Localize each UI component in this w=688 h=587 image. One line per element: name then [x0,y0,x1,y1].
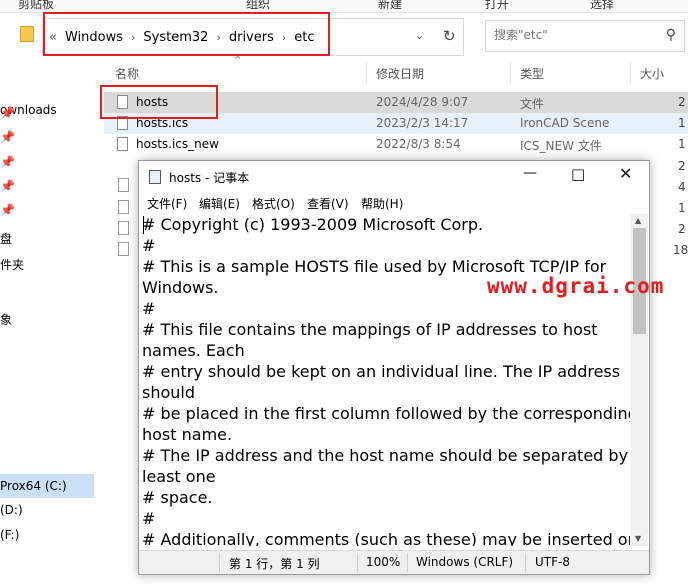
vertical-scrollbar[interactable]: ▲ ▼ [631,214,648,546]
text-line: # entry should be kept on an individual … [142,362,621,381]
pin-icon[interactable]: 📌 [0,130,15,144]
text-line: # Additionally, comments (such as these)… [142,530,630,546]
sort-ascending-icon: ⌃ [233,54,243,67]
file-size: 1 [678,116,686,130]
pin-icon[interactable]: 📌 [0,106,15,120]
menu-view[interactable]: 查看(V) [307,195,349,212]
menu-edit[interactable]: 编辑(E) [199,195,240,212]
file-size: 2 [678,222,686,236]
text-editor-area[interactable]: # Copyright (c) 1993-2009 Microsoft Corp… [142,214,630,546]
nav-drive-f[interactable]: (F:) [0,528,19,542]
column-divider[interactable] [510,62,511,84]
file-size: 4 [678,180,686,194]
minimize-icon[interactable]: — [523,165,537,181]
file-icon [118,221,129,235]
file-date: 2022/8/3 8:54 [376,137,461,151]
ribbon-new-label: 新建 [378,0,403,11]
file-size: 1 [678,201,686,215]
menu-help[interactable]: 帮助(H) [361,195,403,212]
text-line: # space. [142,488,213,507]
text-line: # [142,299,156,318]
text-line: # This file contains the mappings of IP … [142,320,598,339]
menu-file[interactable]: 文件(F) [147,195,187,212]
column-header-modified[interactable]: 修改日期 [376,65,424,82]
address-history-dropdown-icon[interactable]: ⌄ [415,29,424,42]
folder-icon [20,26,34,42]
text-line: least one [142,467,216,486]
scroll-up-icon[interactable]: ▲ [635,216,641,225]
zoom-level: 100% [366,555,401,569]
cursor-position: 第 1 行，第 1 列 [229,557,320,571]
ribbon-open-label: 打开 [485,0,510,11]
file-size: 1 [678,137,686,151]
watermark-text: www.dgrai.com [487,274,665,298]
ribbon-select-label: 选择 [590,0,615,11]
window-title: hosts - 记事本 [169,171,250,185]
close-icon[interactable]: ✕ [619,164,632,183]
pin-icon[interactable]: 📌 [0,203,15,217]
address-highlight-box [43,12,330,56]
status-bar: 第 1 行，第 1 列 100% Windows (CRLF) UTF-8 [139,550,649,574]
nav-item-picture[interactable]: 象 [0,311,12,328]
notepad-title-bar[interactable]: hosts - 记事本 — □ ✕ [139,161,649,193]
nav-item-disk[interactable]: 盘 [0,230,12,247]
file-size: 2 [678,95,686,109]
column-divider[interactable] [366,62,367,84]
scroll-down-icon[interactable]: ▼ [635,534,641,543]
pin-icon[interactable]: 📌 [0,155,15,169]
text-line: # be placed in the first column followed… [142,404,630,423]
notepad-icon [149,170,161,184]
text-line: names. Each [142,341,245,360]
file-icon [118,200,129,214]
text-line: # Copyright (c) 1993-2009 Microsoft Corp… [142,215,484,234]
nav-item-folder[interactable]: 件夹 [0,256,24,273]
file-type: ICS_NEW 文件 [520,139,602,153]
notepad-window[interactable]: hosts - 记事本 — □ ✕ 文件(F) 编辑(E) 格式(O) 查看(V… [138,160,650,575]
text-cursor [143,216,144,234]
file-row-hosts-ics-new[interactable]: hosts.ics_new 2022/8/3 8:54 ICS_NEW 文件 1 [104,134,688,155]
text-line: host name. [142,425,233,444]
column-divider[interactable] [630,62,631,84]
text-line: should [142,383,196,402]
file-date: 2024/4/28 9:07 [376,95,469,109]
ribbon-clipboard-label: 剪贴板 [18,0,55,11]
search-box[interactable]: ⚲ [485,20,685,52]
nav-drive-c[interactable]: Prox64 (C:) [0,479,67,493]
file-type: IronCAD Scene [520,116,610,130]
search-input[interactable] [492,27,656,43]
file-size: 18 [673,243,688,257]
encoding: UTF-8 [535,555,570,569]
menu-format[interactable]: 格式(O) [252,195,295,212]
column-header-type[interactable]: 类型 [520,65,544,82]
notepad-menu-bar: 文件(F) 编辑(E) 格式(O) 查看(V) 帮助(H) [139,193,649,213]
file-size: 2 [678,159,686,173]
file-date: 2023/2/3 14:17 [376,116,469,130]
maximize-icon[interactable]: □ [571,165,585,183]
file-name: hosts.ics_new [136,137,219,151]
text-line: # The IP address and the host name shoul… [142,446,630,465]
search-icon[interactable]: ⚲ [666,27,676,43]
refresh-icon[interactable]: ↻ [443,27,456,45]
file-type: 文件 [520,97,545,111]
file-icon [117,137,128,151]
file-icon [118,242,129,256]
text-line: # [142,509,156,528]
file-icon [118,178,129,192]
nav-drive-d[interactable]: (D:) [0,503,23,517]
line-ending: Windows (CRLF) [416,555,514,569]
hosts-highlight-box [100,85,218,119]
pin-icon[interactable]: 📌 [0,179,15,193]
column-header-size[interactable]: 大小 [640,65,664,82]
text-line: # [142,236,156,255]
ribbon-organize-label: 组织 [246,0,271,11]
column-header-name[interactable]: 名称 [115,65,139,82]
